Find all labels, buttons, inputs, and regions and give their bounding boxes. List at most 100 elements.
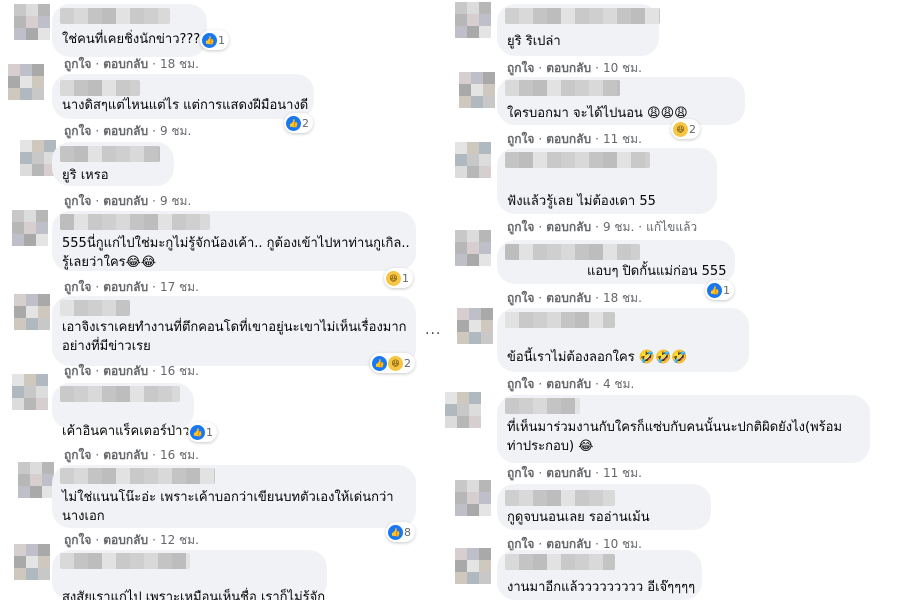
- reply-link[interactable]: ตอบกลับ: [103, 57, 148, 71]
- blurred-author-name[interactable]: [505, 244, 640, 260]
- timestamp-link[interactable]: 9 ชม.: [160, 124, 191, 138]
- blurred-author-name[interactable]: [60, 386, 180, 402]
- blurred-author-name[interactable]: [505, 312, 615, 328]
- like-link[interactable]: ถูกใจ: [64, 194, 91, 208]
- blurred-author-name[interactable]: [505, 398, 580, 414]
- avatar-pixel: [457, 320, 469, 332]
- more-options-icon[interactable]: ...: [425, 322, 441, 338]
- reply-link[interactable]: ตอบกลับ: [546, 291, 591, 305]
- reply-link[interactable]: ตอบกลับ: [103, 364, 148, 378]
- blurred-author-name[interactable]: [60, 468, 215, 484]
- reply-link[interactable]: ตอบกลับ: [103, 124, 148, 138]
- name-blur-block: [505, 554, 519, 570]
- reply-link[interactable]: ตอบกลับ: [103, 448, 148, 462]
- like-link[interactable]: ถูกใจ: [507, 61, 534, 75]
- timestamp-link[interactable]: 10 ชม.: [603, 61, 642, 75]
- like-link[interactable]: ถูกใจ: [64, 364, 91, 378]
- reaction-count-badge[interactable]: 👍 1: [200, 30, 229, 50]
- timestamp-link[interactable]: 12 ชม.: [160, 533, 199, 547]
- avatar[interactable]: [14, 544, 50, 580]
- like-link[interactable]: ถูกใจ: [507, 537, 534, 551]
- name-blur-block: [158, 214, 172, 230]
- reaction-count: 8: [404, 525, 411, 539]
- like-link[interactable]: ถูกใจ: [507, 132, 534, 146]
- timestamp-link[interactable]: 10 ชม.: [603, 537, 642, 551]
- name-blur-block: [505, 244, 519, 260]
- avatar[interactable]: [459, 72, 495, 108]
- name-blur-block: [589, 312, 603, 328]
- reply-link[interactable]: ตอบกลับ: [546, 537, 591, 551]
- avatar-pixel: [467, 26, 479, 38]
- avatar-pixel: [467, 2, 479, 14]
- blurred-author-name[interactable]: [60, 8, 170, 24]
- like-link[interactable]: ถูกใจ: [507, 377, 534, 391]
- timestamp-link[interactable]: 18 ชม.: [603, 291, 642, 305]
- reply-link[interactable]: ตอบกลับ: [546, 132, 591, 146]
- like-link[interactable]: ถูกใจ: [507, 220, 534, 234]
- avatar[interactable]: [14, 4, 50, 40]
- like-link[interactable]: ถูกใจ: [64, 448, 91, 462]
- timestamp-link[interactable]: 11 ชม.: [603, 466, 642, 480]
- reaction-count-badge[interactable]: 👍 1: [188, 422, 217, 442]
- separator-dot: ·: [538, 61, 543, 75]
- avatar[interactable]: [457, 308, 493, 344]
- timestamp-link[interactable]: 9 ชม.: [603, 220, 634, 234]
- blurred-author-name[interactable]: [60, 214, 210, 230]
- reply-link[interactable]: ตอบกลับ: [546, 466, 591, 480]
- timestamp-link[interactable]: 9 ชม.: [160, 194, 191, 208]
- reaction-count-badge[interactable]: 👍 😆 2: [370, 353, 415, 373]
- avatar[interactable]: [18, 462, 54, 498]
- timestamp-link[interactable]: 16 ชม.: [160, 364, 199, 378]
- reply-link[interactable]: ตอบกลับ: [103, 533, 148, 547]
- name-blur-block: [130, 214, 144, 230]
- reaction-count-badge[interactable]: 😆 1: [384, 268, 413, 288]
- avatar-pixel: [30, 462, 42, 474]
- timestamp-link[interactable]: 11 ชม.: [603, 132, 642, 146]
- timestamp-link[interactable]: 16 ชม.: [160, 448, 199, 462]
- like-link[interactable]: ถูกใจ: [64, 57, 91, 71]
- reaction-count: 1: [402, 271, 409, 285]
- avatar[interactable]: [455, 2, 491, 38]
- blurred-author-name[interactable]: [60, 146, 160, 162]
- name-blur-block: [561, 490, 575, 506]
- blurred-author-name[interactable]: [60, 553, 190, 569]
- avatar[interactable]: [445, 392, 481, 428]
- reaction-count-badge[interactable]: 😆 2: [671, 119, 700, 139]
- name-blur-block: [74, 386, 88, 402]
- reply-link[interactable]: ตอบกลับ: [546, 377, 591, 391]
- reply-link[interactable]: ตอบกลับ: [546, 220, 591, 234]
- avatar[interactable]: [8, 64, 44, 100]
- blurred-author-name[interactable]: [505, 490, 615, 506]
- avatar[interactable]: [455, 548, 491, 584]
- timestamp-link[interactable]: 18 ชม.: [160, 57, 199, 71]
- like-link[interactable]: ถูกใจ: [64, 280, 91, 294]
- reply-link[interactable]: ตอบกลับ: [103, 194, 148, 208]
- avatar-pixel: [26, 556, 38, 568]
- avatar[interactable]: [455, 480, 491, 516]
- avatar[interactable]: [20, 140, 56, 176]
- avatar[interactable]: [12, 210, 48, 246]
- avatar[interactable]: [455, 142, 491, 178]
- avatar-pixel: [457, 392, 469, 404]
- name-blur-block: [519, 8, 533, 24]
- reaction-count-badge[interactable]: 👍 8: [386, 522, 415, 542]
- avatar[interactable]: [14, 294, 50, 330]
- timestamp-link[interactable]: 17 ชม.: [160, 280, 199, 294]
- blurred-author-name[interactable]: [505, 80, 620, 96]
- timestamp-link[interactable]: 4 ชม.: [603, 377, 634, 391]
- reaction-count-badge[interactable]: 👍 2: [284, 113, 313, 133]
- avatar[interactable]: [455, 230, 491, 266]
- reply-link[interactable]: ตอบกลับ: [103, 280, 148, 294]
- blurred-author-name[interactable]: [60, 300, 130, 316]
- like-link[interactable]: ถูกใจ: [64, 533, 91, 547]
- avatar[interactable]: [12, 374, 48, 410]
- blurred-author-name[interactable]: [505, 8, 660, 24]
- like-link[interactable]: ถูกใจ: [507, 291, 534, 305]
- blurred-author-name[interactable]: [505, 554, 615, 570]
- like-link[interactable]: ถูกใจ: [64, 124, 91, 138]
- blurred-author-name[interactable]: [505, 152, 650, 168]
- like-link[interactable]: ถูกใจ: [507, 466, 534, 480]
- reply-link[interactable]: ตอบกลับ: [546, 61, 591, 75]
- reaction-count-badge[interactable]: 👍 1: [705, 280, 734, 300]
- blurred-author-name[interactable]: [60, 80, 140, 96]
